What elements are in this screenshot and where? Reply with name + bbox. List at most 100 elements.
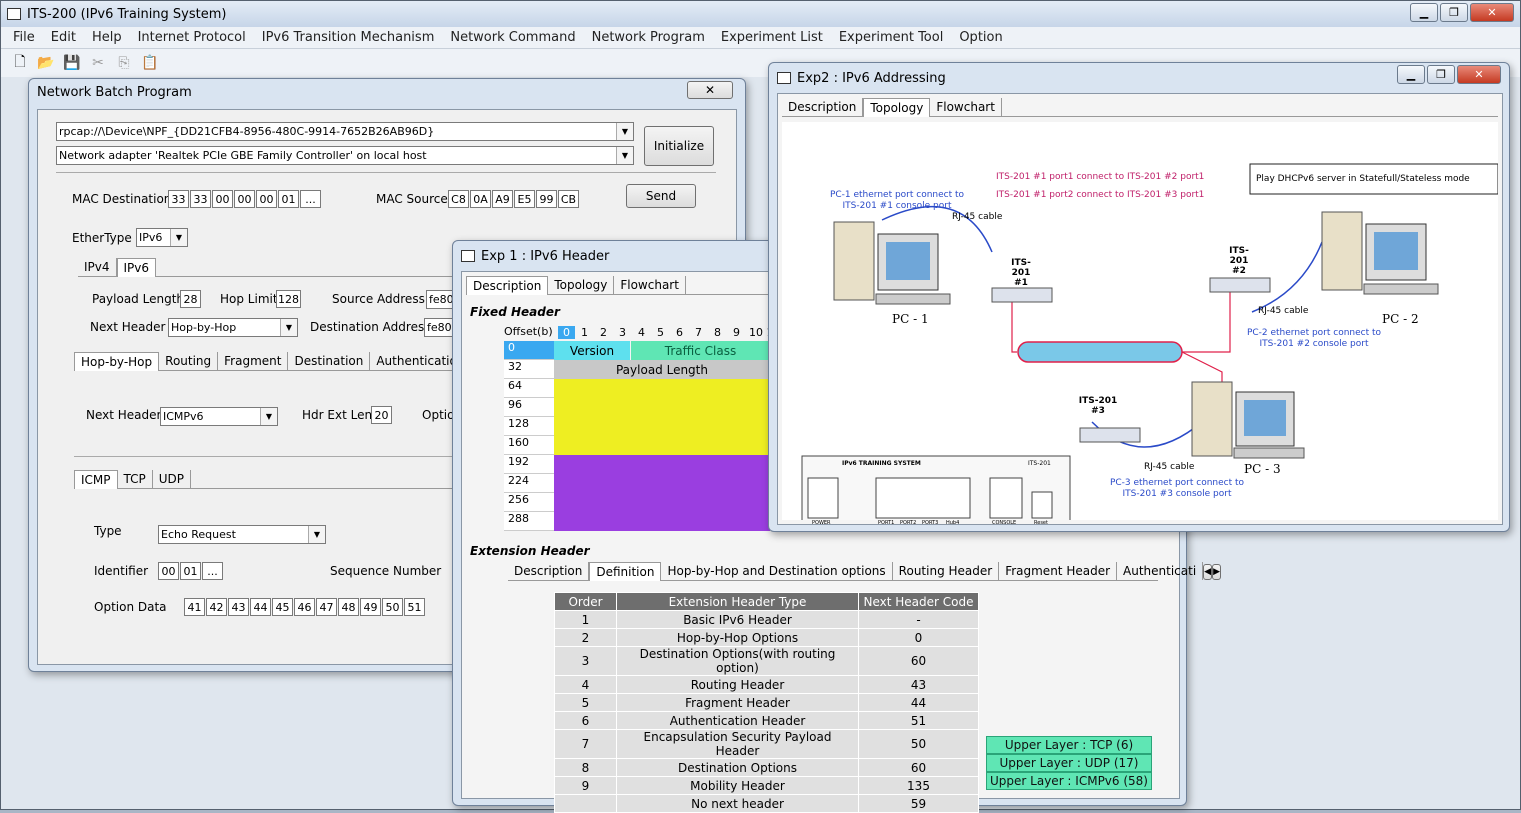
fixed-header-title: Fixed Header xyxy=(470,305,560,319)
tab-destination[interactable]: Destination xyxy=(288,352,371,370)
mac-src-byte[interactable]: A9 xyxy=(492,190,513,208)
mac-dest-more-button[interactable]: ... xyxy=(300,190,321,208)
identifier-more-button[interactable]: ... xyxy=(202,562,223,580)
tab-ext-description[interactable]: Description xyxy=(508,562,590,580)
upper-layer-udp: Upper Layer : UDP (17) xyxy=(986,754,1152,772)
data-byte[interactable]: 44 xyxy=(250,598,271,616)
tab-tcp[interactable]: TCP xyxy=(118,470,153,488)
identifier-byte[interactable]: 01 xyxy=(180,562,201,580)
menu-ipv6-transition[interactable]: IPv6 Transition Mechanism xyxy=(254,30,443,45)
menu-internet-protocol[interactable]: Internet Protocol xyxy=(130,30,254,45)
tab-icmp[interactable]: ICMP xyxy=(74,470,118,489)
identifier-byte[interactable]: 00 xyxy=(158,562,179,580)
open-folder-icon[interactable]: 📂 xyxy=(37,54,55,72)
mac-src-byte[interactable]: 0A xyxy=(470,190,491,208)
tab-topology[interactable]: Topology xyxy=(863,98,931,117)
mac-dest-byte[interactable]: 00 xyxy=(212,190,233,208)
ethertype-select[interactable]: IPv6 ▼ xyxy=(136,228,188,247)
tab-authentication[interactable]: Authenticati xyxy=(1117,562,1204,580)
mac-src-byte[interactable]: CB xyxy=(558,190,579,208)
maximize-button[interactable]: ❐ xyxy=(1440,3,1468,22)
ip-tabs: IPv4 IPv6 xyxy=(78,258,498,277)
close-button[interactable]: ✕ xyxy=(1470,3,1514,22)
data-byte[interactable]: 42 xyxy=(206,598,227,616)
menu-option[interactable]: Option xyxy=(951,30,1010,45)
identifier-label: Identifier xyxy=(94,564,149,578)
adapter-id-select[interactable]: rpcap://\Device\NPF_{DD21CFB4-8956-480C-… xyxy=(56,122,634,141)
type-select[interactable]: Echo Request ▼ xyxy=(158,525,326,544)
new-file-icon[interactable]: 🗋 xyxy=(11,54,29,72)
cut-icon[interactable]: ✂ xyxy=(89,54,107,72)
pc1-label: PC - 1 xyxy=(892,312,929,326)
data-byte[interactable]: 43 xyxy=(228,598,249,616)
mac-dest-byte[interactable]: 00 xyxy=(256,190,277,208)
data-byte[interactable]: 48 xyxy=(338,598,359,616)
menu-file[interactable]: File xyxy=(5,30,43,45)
tab-routing[interactable]: Routing xyxy=(159,352,219,370)
tab-flowchart[interactable]: Flowchart xyxy=(614,276,686,294)
data-byte[interactable]: 46 xyxy=(294,598,315,616)
copy-icon[interactable]: ⎘ xyxy=(115,54,133,72)
batch-close-button[interactable]: ✕ xyxy=(687,81,733,99)
data-byte[interactable]: 47 xyxy=(316,598,337,616)
bit-label: 6 xyxy=(676,326,683,339)
data-byte[interactable]: 45 xyxy=(272,598,293,616)
menu-help[interactable]: Help xyxy=(84,30,130,45)
exp2-maximize-button[interactable]: ❐ xyxy=(1427,65,1455,84)
tab-definition[interactable]: Definition xyxy=(589,562,662,581)
data-byte[interactable]: 50 xyxy=(382,598,403,616)
tab-hbh-dest-options[interactable]: Hop-by-Hop and Destination options xyxy=(661,562,893,580)
data-byte[interactable]: 49 xyxy=(360,598,381,616)
tab-description[interactable]: Description xyxy=(782,98,864,116)
send-button[interactable]: Send xyxy=(626,184,696,208)
exp2-minimize-button[interactable]: ▁ xyxy=(1397,65,1425,84)
mac-src-byte[interactable]: 99 xyxy=(536,190,557,208)
tab-fragment[interactable]: Fragment xyxy=(218,352,289,370)
mac-dest-byte[interactable]: 33 xyxy=(190,190,211,208)
mac-src-byte[interactable]: E5 xyxy=(514,190,535,208)
tab-routing-header[interactable]: Routing Header xyxy=(893,562,1000,580)
bit-label: 9 xyxy=(733,326,740,339)
exp2-close-button[interactable]: ✕ xyxy=(1457,65,1501,84)
column-header: Extension Header Type xyxy=(616,592,859,611)
mac-src-byte[interactable]: C8 xyxy=(448,190,469,208)
initialize-button[interactable]: Initialize xyxy=(644,126,714,166)
menu-experiment-list[interactable]: Experiment List xyxy=(713,30,831,45)
tab-topology[interactable]: Topology xyxy=(548,276,615,294)
data-byte[interactable]: 51 xyxy=(404,598,425,616)
menu-edit[interactable]: Edit xyxy=(43,30,84,45)
mac-dest-byte[interactable]: 00 xyxy=(234,190,255,208)
pc1-note: PC-1 ethernet port connect to ITS-201 #1… xyxy=(829,190,965,211)
exp2-client: Description Topology Flowchart ITS-201 #… xyxy=(777,93,1503,526)
mac-dest-byte[interactable]: 01 xyxy=(278,190,299,208)
window-icon xyxy=(777,72,791,84)
panel-label-power: POWER xyxy=(812,520,831,526)
minimize-button[interactable]: ▁ xyxy=(1410,3,1438,22)
next-header-select[interactable]: Hop-by-Hop ▼ xyxy=(168,318,298,337)
save-icon[interactable]: 💾 xyxy=(63,54,81,72)
tab-scroll-right[interactable]: ▶ xyxy=(1212,564,1222,580)
tab-ipv6[interactable]: IPv6 xyxy=(116,258,157,277)
hdr-ext-len-field[interactable]: 20 xyxy=(371,406,392,424)
tab-hop-by-hop[interactable]: Hop-by-Hop xyxy=(74,352,160,371)
link-its1 xyxy=(1011,302,1017,353)
menu-network-program[interactable]: Network Program xyxy=(584,30,713,45)
hop-limit-field[interactable]: 128 xyxy=(276,290,301,308)
table-row: 3 Destination Options(with routing option… xyxy=(554,646,979,676)
topology-canvas: ITS-201 #1 port1 connect to ITS-201 #2 p… xyxy=(782,122,1498,526)
menu-network-command[interactable]: Network Command xyxy=(442,30,583,45)
adapter-name-select[interactable]: Network adapter 'Realtek PCIe GBE Family… xyxy=(56,146,634,165)
mac-dest-byte[interactable]: 33 xyxy=(168,190,189,208)
tab-ipv4[interactable]: IPv4 xyxy=(78,258,117,276)
separator xyxy=(74,456,494,457)
menu-experiment-tool[interactable]: Experiment Tool xyxy=(831,30,952,45)
paste-icon[interactable]: 📋 xyxy=(141,54,159,72)
tab-scroll-left[interactable]: ◀ xyxy=(1203,564,1213,580)
tab-fragment-header[interactable]: Fragment Header xyxy=(999,562,1118,580)
ext-next-header-select[interactable]: ICMPv6 ▼ xyxy=(160,407,278,426)
tab-flowchart[interactable]: Flowchart xyxy=(930,98,1002,116)
tab-description[interactable]: Description xyxy=(466,276,549,295)
payload-length-field[interactable]: 28 xyxy=(180,290,201,308)
tab-udp[interactable]: UDP xyxy=(153,470,192,488)
data-byte[interactable]: 41 xyxy=(184,598,205,616)
